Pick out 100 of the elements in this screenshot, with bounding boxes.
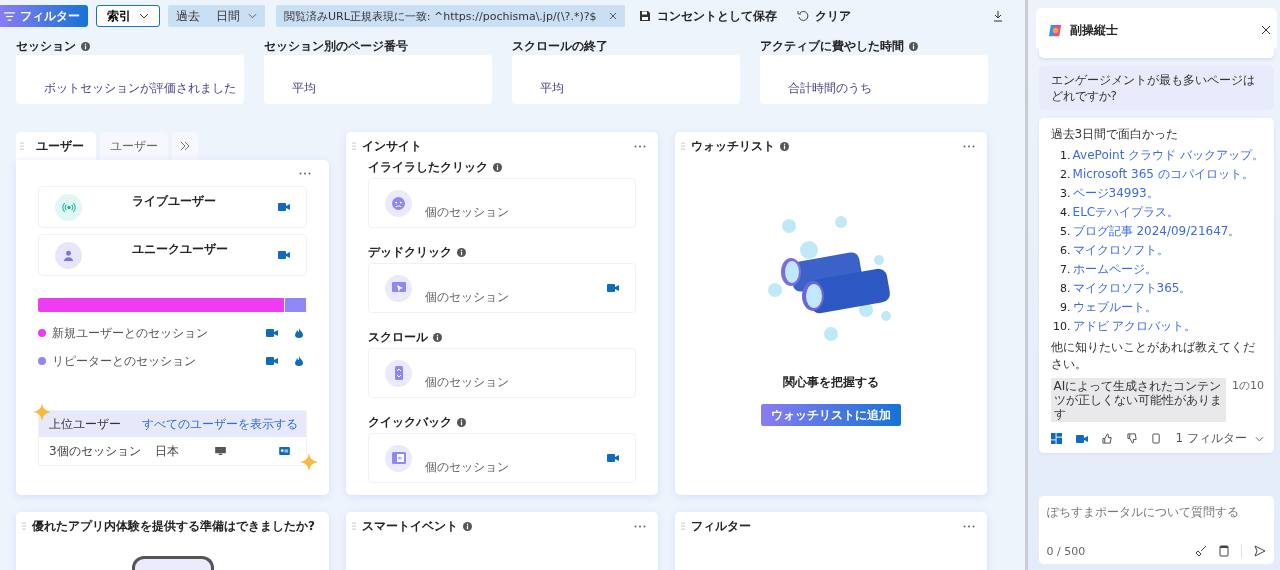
- filter-button[interactable]: フィルター: [0, 5, 88, 27]
- more-options-icon[interactable]: [634, 524, 646, 528]
- sparkle-icon: [33, 403, 51, 421]
- page-link[interactable]: マイクロソフト。: [1072, 242, 1169, 259]
- session-count-caption: 個のセッション: [425, 288, 510, 306]
- copilot-logo-icon: [1047, 22, 1063, 38]
- more-options-icon[interactable]: [963, 524, 975, 528]
- copy-icon[interactable]: [1151, 433, 1161, 444]
- video-camera-icon[interactable]: [266, 357, 278, 365]
- close-icon[interactable]: [1261, 25, 1271, 35]
- user-stat-label: ユニークユーザー: [132, 241, 229, 258]
- list-number: 5.: [1059, 225, 1071, 238]
- page-link[interactable]: AvePoint クラウド バックアップ。: [1072, 147, 1264, 164]
- metric-caption: 平均: [292, 80, 316, 97]
- list-number: 2.: [1059, 168, 1071, 181]
- page-link[interactable]: ページ34993。: [1072, 185, 1159, 202]
- save-button[interactable]: コンセントとして保存: [632, 7, 783, 25]
- users-tab[interactable]: ユーザー: [16, 132, 96, 160]
- info-icon[interactable]: [463, 521, 472, 531]
- video-camera-icon[interactable]: [266, 329, 278, 337]
- more-options-icon[interactable]: [963, 144, 975, 148]
- users-tab[interactable]: ユーザー: [100, 132, 168, 160]
- more-tabs-button[interactable]: [172, 132, 198, 160]
- sparkle-icon: [300, 453, 318, 471]
- info-icon[interactable]: [780, 141, 789, 151]
- user-stat-label: ライブユーザー: [132, 193, 217, 210]
- session-count: 3個のセッション: [49, 442, 142, 460]
- send-icon[interactable]: [1254, 545, 1266, 557]
- more-options-icon[interactable]: [299, 172, 311, 175]
- info-icon[interactable]: [433, 332, 442, 342]
- close-icon[interactable]: [608, 12, 617, 20]
- view-all-users-link[interactable]: すべてのユーザーを表示する: [142, 415, 298, 433]
- add-to-watchlist-button[interactable]: ウォッチリストに追加: [761, 404, 901, 426]
- list-number: 3.: [1059, 187, 1071, 200]
- info-icon[interactable]: [457, 247, 466, 257]
- thumbs-down-icon[interactable]: [1126, 433, 1138, 444]
- video-camera-icon[interactable]: [607, 284, 619, 292]
- chevron-down-icon: [248, 13, 257, 19]
- character-count: 0 / 500: [1046, 544, 1086, 558]
- video-camera-icon[interactable]: [1075, 434, 1088, 443]
- more-options-icon[interactable]: [634, 144, 646, 148]
- video-camera-icon[interactable]: [278, 251, 290, 259]
- flame-icon[interactable]: [295, 356, 303, 366]
- legend-label: 新規ユーザーとのセッション: [52, 324, 209, 342]
- page-link[interactable]: ブログ記事 2024/09/21647。: [1072, 223, 1241, 240]
- list-number: 1.: [1059, 149, 1071, 162]
- monitor-icon: [215, 447, 226, 455]
- page-link[interactable]: アドビ アクロバット。: [1072, 318, 1197, 335]
- chevron-down-icon: [139, 13, 149, 19]
- thumbs-up-icon[interactable]: [1101, 433, 1113, 444]
- info-icon[interactable]: [457, 417, 466, 427]
- metric-caption: ボットセッションが評価されました: [44, 80, 236, 97]
- filter-dropdown[interactable]: 1 フィルター: [1175, 430, 1264, 447]
- question-input[interactable]: ぽちすまポータルについて質問する 0 / 500: [1038, 496, 1274, 564]
- widget-title: スマートイベント: [362, 517, 458, 535]
- answer-outro: 他に知りたいことがあれば教えてください。: [1050, 339, 1256, 373]
- list-number: 7.: [1059, 263, 1071, 276]
- page-link[interactable]: ELCテハイプラス。: [1072, 204, 1180, 221]
- insight-label: イライラしたクリック: [368, 158, 488, 176]
- insight-kind-icon: [385, 359, 412, 387]
- reference-counter: 1の10: [1232, 378, 1264, 393]
- list-number: 9.: [1059, 301, 1071, 314]
- insight-kind-icon: [385, 189, 412, 217]
- metric-label: スクロールの終了: [512, 37, 608, 55]
- notepad-icon[interactable]: [1219, 545, 1229, 557]
- undo-icon: [796, 10, 809, 22]
- flame-icon[interactable]: [295, 328, 303, 338]
- filter-icon: [4, 11, 15, 21]
- widget-title: フィルター: [691, 517, 751, 535]
- insight-kind-icon: [385, 274, 412, 302]
- double-chevron-icon: [180, 142, 190, 150]
- video-camera-icon[interactable]: [607, 454, 619, 462]
- country-name: 日本: [155, 442, 180, 460]
- insight-label: クイックバック: [368, 413, 452, 431]
- page-link[interactable]: マイクロソフト365。: [1072, 280, 1192, 297]
- legend-label: リピーターとのセッション: [52, 352, 197, 370]
- index-dropdown[interactable]: 索引: [96, 5, 160, 27]
- broom-icon[interactable]: [1195, 545, 1207, 557]
- widget-title: ウォッチリスト: [691, 137, 775, 155]
- info-icon[interactable]: [81, 41, 90, 51]
- user-kind-icon: [55, 241, 82, 269]
- dashboard-icon[interactable]: [1050, 433, 1062, 444]
- page-link[interactable]: ホームページ。: [1072, 261, 1157, 278]
- answer-intro: 過去3日間で面白かった: [1050, 126, 1180, 143]
- date-range-chip[interactable]: 過去 日間: [168, 5, 265, 27]
- session-count-caption: 個のセッション: [425, 203, 510, 221]
- id-card-icon: [279, 447, 290, 455]
- page-link[interactable]: Microsoft 365 のコパイロット。: [1072, 166, 1254, 183]
- panel-title: 副操縦士: [1069, 21, 1118, 39]
- info-icon[interactable]: [909, 41, 918, 51]
- clear-button[interactable]: クリア: [790, 7, 857, 25]
- video-camera-icon[interactable]: [278, 203, 290, 211]
- list-number: 4.: [1059, 206, 1071, 219]
- download-icon[interactable]: [992, 10, 1003, 22]
- insight-label: デッドクリック: [368, 243, 452, 261]
- url-filter-chip[interactable]: 閲覧済みURL正規表現に一致: ^https://pochisma\.jp/(\?.*)?$: [276, 5, 625, 27]
- user-kind-icon: [55, 193, 82, 221]
- widget-title: インサイト: [362, 137, 422, 155]
- page-link[interactable]: ウェブルート。: [1072, 299, 1157, 316]
- info-icon[interactable]: [493, 162, 502, 172]
